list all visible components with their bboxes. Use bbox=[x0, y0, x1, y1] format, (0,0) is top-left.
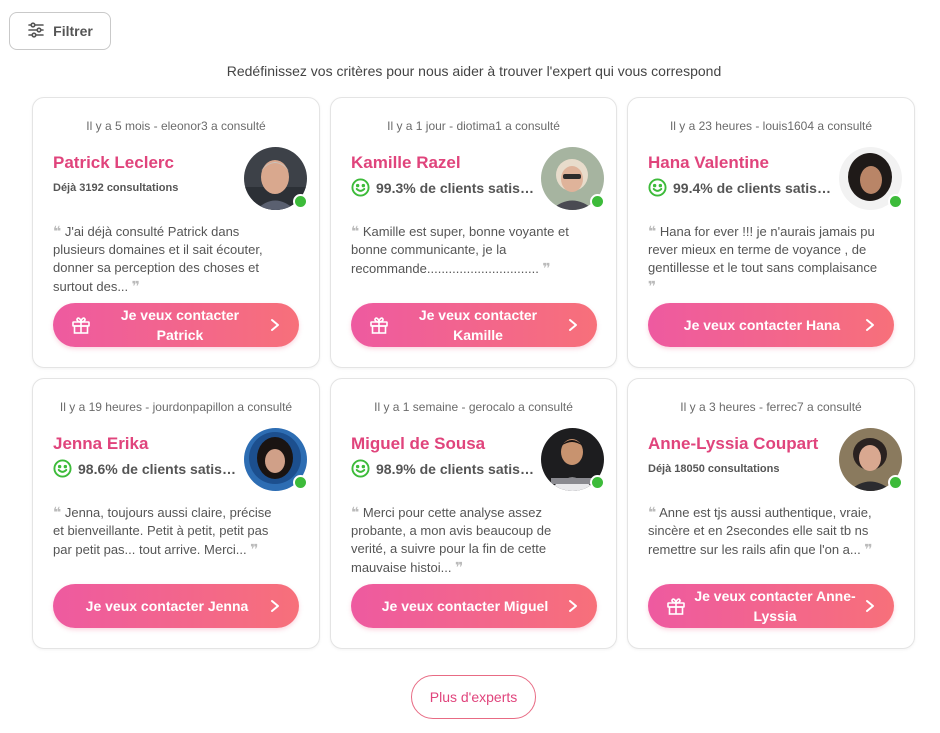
satisfaction-rate: 99.4% de clients satisfaits bbox=[648, 178, 833, 197]
satisfaction-rate: 99.3% de clients satisfaits bbox=[351, 178, 536, 197]
contact-label: Je veux contacter Kamille bbox=[418, 307, 538, 343]
contact-label: Je veux contacter Miguel bbox=[381, 598, 549, 614]
review-body: Jenna, toujours aussi claire, précise et… bbox=[53, 505, 272, 557]
chevron-right-icon bbox=[569, 600, 577, 612]
filter-label: Filtrer bbox=[53, 23, 93, 39]
close-quote-icon: ❞ bbox=[455, 559, 464, 575]
stat-text: Déjà 3192 consultations bbox=[53, 182, 179, 194]
chevron-right-icon bbox=[866, 319, 874, 331]
gift-icon bbox=[72, 317, 90, 334]
filter-button[interactable]: Filtrer bbox=[9, 12, 111, 50]
online-status-dot bbox=[888, 194, 903, 209]
page-subtitle: Redéfinissez vos critères pour nous aide… bbox=[226, 63, 722, 79]
expert-card[interactable]: Il y a 1 semaine - gerocalo a consulté M… bbox=[330, 378, 617, 649]
online-status-dot bbox=[590, 194, 605, 209]
expert-name[interactable]: Kamille Razel bbox=[351, 153, 461, 173]
open-quote-icon: ❝ bbox=[351, 504, 360, 520]
review-body: J'ai déjà consulté Patrick dans plusieur… bbox=[53, 224, 263, 294]
contact-button[interactable]: Je veux contacter Patrick bbox=[53, 303, 299, 347]
expert-name[interactable]: Anne-Lyssia Coupart bbox=[648, 434, 818, 454]
satisfaction-rate: 98.9% de clients satisfaits bbox=[351, 459, 536, 478]
open-quote-icon: ❝ bbox=[351, 223, 360, 239]
online-status-dot bbox=[888, 475, 903, 490]
open-quote-icon: ❝ bbox=[648, 223, 657, 239]
avatar[interactable] bbox=[541, 428, 605, 491]
review-text: ❝ Anne est tjs aussi authentique, vraie,… bbox=[648, 503, 880, 559]
contact-label: Je veux contacter Patrick bbox=[120, 307, 240, 343]
last-consulted: Il y a 1 jour - diotima1 a consulté bbox=[387, 119, 560, 133]
close-quote-icon: ❞ bbox=[542, 260, 551, 276]
consultation-count: Déjà 3192 consultations bbox=[53, 182, 238, 194]
avatar[interactable] bbox=[244, 147, 308, 210]
open-quote-icon: ❝ bbox=[53, 504, 62, 520]
close-quote-icon: ❞ bbox=[131, 278, 140, 294]
smiley-icon bbox=[351, 178, 370, 197]
avatar[interactable] bbox=[541, 147, 605, 210]
review-text: ❝ Hana for ever !!! je n'aurais jamais p… bbox=[648, 222, 880, 296]
contact-button[interactable]: Je veux contacter Hana bbox=[648, 303, 894, 347]
contact-label: Je veux contacter Jenna bbox=[85, 598, 249, 614]
gift-icon bbox=[667, 598, 685, 615]
smiley-icon bbox=[53, 459, 72, 478]
avatar[interactable] bbox=[839, 428, 903, 491]
expert-card[interactable]: Il y a 3 heures - ferrec7 a consulté Ann… bbox=[627, 378, 915, 649]
sliders-icon bbox=[27, 21, 45, 42]
review-text: ❝ Kamille est super, bonne voyante et bo… bbox=[351, 222, 583, 278]
stat-text: 98.6% de clients satisfaits bbox=[78, 460, 238, 477]
smiley-icon bbox=[351, 459, 370, 478]
satisfaction-rate: 98.6% de clients satisfaits bbox=[53, 459, 238, 478]
expert-card[interactable]: Il y a 19 heures - jourdonpapillon a con… bbox=[32, 378, 320, 649]
contact-button[interactable]: Je veux contacter Anne-Lyssia bbox=[648, 584, 894, 628]
expert-name[interactable]: Hana Valentine bbox=[648, 153, 769, 173]
review-body: Hana for ever !!! je n'aurais jamais pu … bbox=[648, 224, 878, 275]
stat-text: 98.9% de clients satisfaits bbox=[376, 460, 536, 477]
last-consulted: Il y a 19 heures - jourdonpapillon a con… bbox=[59, 400, 293, 414]
last-consulted: Il y a 3 heures - ferrec7 a consulté bbox=[680, 400, 862, 414]
online-status-dot bbox=[293, 475, 308, 490]
review-body: Anne est tjs aussi authentique, vraie, s… bbox=[648, 505, 872, 557]
contact-label: Je veux contacter Hana bbox=[683, 317, 841, 333]
expert-name[interactable]: Miguel de Sousa bbox=[351, 434, 485, 454]
online-status-dot bbox=[293, 194, 308, 209]
contact-button[interactable]: Je veux contacter Jenna bbox=[53, 584, 299, 628]
review-text: ❝ J'ai déjà consulté Patrick dans plusie… bbox=[53, 222, 285, 296]
contact-button[interactable]: Je veux contacter Miguel bbox=[351, 584, 597, 628]
expert-card[interactable]: Il y a 23 heures - louis1604 a consulté … bbox=[627, 97, 915, 368]
expert-card[interactable]: Il y a 1 jour - diotima1 a consulté Kami… bbox=[330, 97, 617, 368]
close-quote-icon: ❞ bbox=[864, 541, 873, 557]
chevron-right-icon bbox=[271, 319, 279, 331]
more-experts-button[interactable]: Plus d'experts bbox=[411, 675, 536, 719]
review-body: Merci pour cette analyse assez probante,… bbox=[351, 505, 552, 575]
contact-button[interactable]: Je veux contacter Kamille bbox=[351, 303, 597, 347]
open-quote-icon: ❝ bbox=[648, 504, 657, 520]
review-body: Kamille est super, bonne voyante et bonn… bbox=[351, 224, 569, 276]
gift-icon bbox=[370, 317, 388, 334]
close-quote-icon: ❞ bbox=[648, 278, 657, 294]
expert-card[interactable]: Il y a 5 mois - eleonor3 a consulté Patr… bbox=[32, 97, 320, 368]
consultation-count: Déjà 18050 consultations bbox=[648, 463, 833, 475]
close-quote-icon: ❞ bbox=[250, 541, 259, 557]
chevron-right-icon bbox=[866, 600, 874, 612]
last-consulted: Il y a 5 mois - eleonor3 a consulté bbox=[86, 119, 266, 133]
contact-label: Je veux contacter Anne-Lyssia bbox=[694, 588, 856, 624]
expert-name[interactable]: Patrick Leclerc bbox=[53, 153, 174, 173]
chevron-right-icon bbox=[569, 319, 577, 331]
last-consulted: Il y a 1 semaine - gerocalo a consulté bbox=[374, 400, 573, 414]
online-status-dot bbox=[590, 475, 605, 490]
open-quote-icon: ❝ bbox=[53, 223, 62, 239]
avatar[interactable] bbox=[839, 147, 903, 210]
last-consulted: Il y a 23 heures - louis1604 a consulté bbox=[669, 119, 873, 133]
stat-text: Déjà 18050 consultations bbox=[648, 463, 780, 475]
stat-text: 99.4% de clients satisfaits bbox=[673, 179, 833, 196]
chevron-right-icon bbox=[271, 600, 279, 612]
review-text: ❝ Merci pour cette analyse assez probant… bbox=[351, 503, 583, 577]
stat-text: 99.3% de clients satisfaits bbox=[376, 179, 536, 196]
expert-name[interactable]: Jenna Erika bbox=[53, 434, 148, 454]
avatar[interactable] bbox=[244, 428, 308, 491]
smiley-icon bbox=[648, 178, 667, 197]
review-text: ❝ Jenna, toujours aussi claire, précise … bbox=[53, 503, 285, 559]
experts-grid: Il y a 5 mois - eleonor3 a consulté Patr… bbox=[32, 97, 915, 649]
